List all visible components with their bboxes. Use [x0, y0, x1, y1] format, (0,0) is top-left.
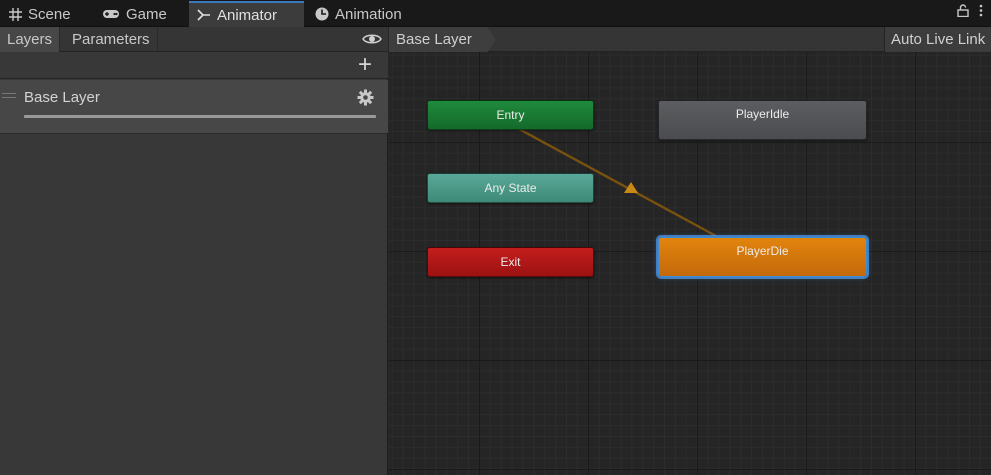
auto-live-link-button[interactable]: Auto Live Link — [884, 27, 991, 52]
drag-handle-icon[interactable] — [2, 93, 16, 98]
state-label: Entry — [496, 108, 525, 122]
window-controls — [957, 4, 983, 20]
tab-layers-label: Layers — [7, 31, 53, 48]
state-machine-graph[interactable]: Entry Any State Exit PlayerIdle PlayerDi… — [389, 52, 991, 475]
eye-icon[interactable] — [362, 31, 382, 47]
tab-layers[interactable]: Layers — [0, 27, 61, 52]
lock-icon[interactable] — [957, 4, 969, 20]
state-exit[interactable]: Exit — [427, 247, 594, 277]
state-label: PlayerDie — [736, 244, 789, 258]
layers-panel: Layers Parameters + Base Layer — [0, 27, 388, 475]
state-any-state[interactable]: Any State — [427, 173, 594, 203]
kebab-menu-icon[interactable] — [979, 4, 983, 20]
tab-label: Animation — [335, 5, 402, 23]
tab-animation[interactable]: Animation — [307, 1, 410, 27]
window-tab-bar: Scene Game Animator Animation — [0, 0, 991, 27]
panel-tabs: Layers Parameters — [0, 27, 388, 52]
state-player-die[interactable]: PlayerDie — [658, 237, 867, 277]
breadcrumb-label: Base Layer — [396, 31, 472, 48]
state-label: Exit — [500, 255, 521, 269]
state-label: Any State — [484, 181, 537, 195]
state-label: PlayerIdle — [735, 107, 790, 121]
breadcrumb[interactable]: Base Layer — [389, 27, 496, 52]
tab-label: Scene — [28, 5, 71, 23]
gamepad-icon — [102, 7, 120, 21]
tab-parameters[interactable]: Parameters — [65, 27, 158, 52]
auto-live-link-label: Auto Live Link — [891, 31, 986, 48]
animator-icon — [197, 8, 211, 22]
grid-icon — [8, 7, 22, 21]
layer-weight-slider[interactable] — [24, 115, 376, 118]
tab-label: Game — [126, 5, 167, 23]
layer-item-base-layer[interactable]: Base Layer — [0, 80, 388, 134]
gear-icon[interactable] — [357, 89, 374, 106]
tab-animator[interactable]: Animator — [189, 1, 304, 27]
add-layer-button[interactable]: + — [356, 53, 374, 77]
state-entry[interactable]: Entry — [427, 100, 594, 130]
graph-header: Base Layer Auto Live Link — [389, 27, 991, 52]
tab-label: Animator — [217, 6, 278, 24]
state-player-idle[interactable]: PlayerIdle — [658, 100, 867, 140]
tab-parameters-label: Parameters — [72, 31, 150, 48]
tab-game[interactable]: Game — [94, 1, 175, 27]
clock-icon — [315, 7, 329, 21]
tab-scene[interactable]: Scene — [0, 1, 79, 27]
layer-name: Base Layer — [24, 89, 100, 106]
animator-window: Scene Game Animator Animation Layers Par… — [0, 0, 991, 475]
layers-toolbar: + — [0, 52, 388, 79]
